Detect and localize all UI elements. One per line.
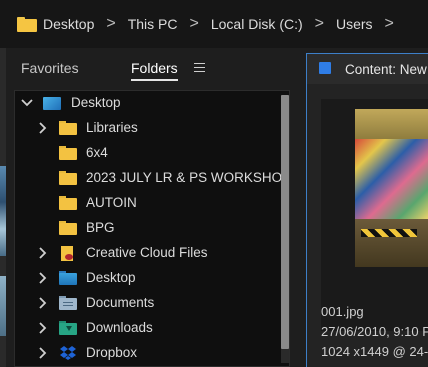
tree-item-2023-july-workshop[interactable]: 2023 JULY LR & PS WORKSHOP bbox=[15, 166, 289, 191]
tree-item-label: Desktop bbox=[86, 270, 136, 285]
tree-item-6x4[interactable]: 6x4 bbox=[15, 141, 277, 166]
breadcrumb-item-users[interactable]: Users bbox=[336, 16, 373, 32]
folder-icon bbox=[59, 220, 77, 236]
tree-item-libraries[interactable]: Libraries bbox=[15, 116, 277, 141]
tree-item-desktop[interactable]: Desktop bbox=[15, 266, 277, 291]
tree-item-downloads[interactable]: Downloads bbox=[15, 316, 277, 341]
tree-item-label: BPG bbox=[86, 220, 115, 235]
breadcrumb-item-desktop[interactable]: Desktop bbox=[17, 16, 94, 32]
desktop-folder-icon bbox=[43, 95, 61, 111]
documents-folder-icon bbox=[59, 295, 77, 311]
tree-item-creative-cloud-files[interactable]: Creative Cloud Files bbox=[15, 241, 277, 266]
creative-cloud-folder-icon bbox=[59, 245, 77, 261]
panel-menu-icon[interactable] bbox=[194, 63, 205, 72]
tree-item-label: Desktop bbox=[71, 95, 121, 110]
file-date: 27/06/2010, 9:10 P bbox=[321, 324, 428, 339]
folder-icon bbox=[59, 195, 77, 211]
tab-folders[interactable]: Folders bbox=[131, 60, 178, 81]
thumbnail-card[interactable] bbox=[321, 99, 428, 331]
chevron-right-icon[interactable] bbox=[36, 271, 50, 285]
blue-folder-icon bbox=[59, 270, 77, 286]
dropbox-icon bbox=[59, 345, 77, 361]
breadcrumb-label: This PC bbox=[127, 16, 178, 32]
scrollbar-thumb[interactable] bbox=[281, 95, 289, 349]
content-panel-title: Content: New bbox=[345, 62, 427, 77]
tree-item-label: 6x4 bbox=[86, 145, 108, 160]
downloads-folder-icon bbox=[59, 320, 77, 336]
folder-icon bbox=[17, 16, 37, 32]
breadcrumb-label: Users bbox=[335, 16, 373, 32]
content-panel: Content: New 001.jpg 27/06/2010, 9:10 P … bbox=[306, 53, 428, 367]
tree-item-dropbox[interactable]: Dropbox bbox=[15, 341, 277, 366]
breadcrumb-separator: > bbox=[384, 15, 394, 32]
content-panel-icon bbox=[319, 62, 331, 74]
breadcrumb-separator: > bbox=[314, 15, 324, 32]
tree-item-label: AUTOIN bbox=[86, 195, 137, 210]
breadcrumb-item-local-disk[interactable]: Local Disk (C:) bbox=[211, 16, 303, 32]
tree-item-label: Dropbox bbox=[86, 345, 138, 360]
tree-item-label: Creative Cloud Files bbox=[86, 245, 208, 260]
tree-item-label: Libraries bbox=[86, 120, 138, 135]
tab-favorites[interactable]: Favorites bbox=[21, 60, 79, 76]
breadcrumb-separator: > bbox=[189, 15, 199, 32]
chevron-down-icon[interactable] bbox=[20, 96, 34, 110]
chevron-right-icon[interactable] bbox=[36, 296, 50, 310]
folder-icon bbox=[59, 170, 77, 186]
tree-item-documents[interactable]: Documents bbox=[15, 291, 277, 316]
breadcrumb: Desktop > This PC > Local Disk (C:) > Us… bbox=[0, 0, 428, 48]
breadcrumb-label: Desktop bbox=[43, 16, 95, 32]
chevron-right-icon[interactable] bbox=[36, 121, 50, 135]
panel-tabs: Favorites Folders bbox=[6, 48, 298, 86]
tree-item-label: 2023 JULY LR & PS WORKSHOP bbox=[86, 170, 290, 185]
file-dimensions: 1024 x1449 @ 24- bbox=[321, 344, 428, 359]
breadcrumb-item-this-pc[interactable]: This PC bbox=[128, 16, 178, 32]
tree-item-label: Downloads bbox=[86, 320, 153, 335]
folder-icon bbox=[59, 145, 77, 161]
breadcrumb-label: Local Disk (C:) bbox=[210, 16, 303, 32]
thumbnail-image bbox=[355, 109, 428, 267]
folder-tree: Desktop Libraries 6x4 2023 JULY LR & PS … bbox=[14, 90, 290, 367]
folder-icon bbox=[59, 120, 77, 136]
folders-panel: Favorites Folders Desktop Libraries 6x4 bbox=[6, 48, 298, 367]
chevron-right-icon[interactable] bbox=[36, 246, 50, 260]
tree-item-autoin[interactable]: AUTOIN bbox=[15, 191, 277, 216]
chevron-right-icon[interactable] bbox=[36, 346, 50, 360]
tree-item-desktop-root[interactable]: Desktop bbox=[15, 91, 277, 116]
file-name: 001.jpg bbox=[321, 304, 364, 319]
tree-item-bpg[interactable]: BPG bbox=[15, 216, 277, 241]
tree-scrollbar[interactable] bbox=[281, 95, 289, 363]
tree-item-label: Documents bbox=[86, 295, 155, 310]
chevron-right-icon[interactable] bbox=[36, 321, 50, 335]
breadcrumb-separator: > bbox=[106, 15, 116, 32]
content-panel-header[interactable]: Content: New bbox=[307, 54, 428, 84]
